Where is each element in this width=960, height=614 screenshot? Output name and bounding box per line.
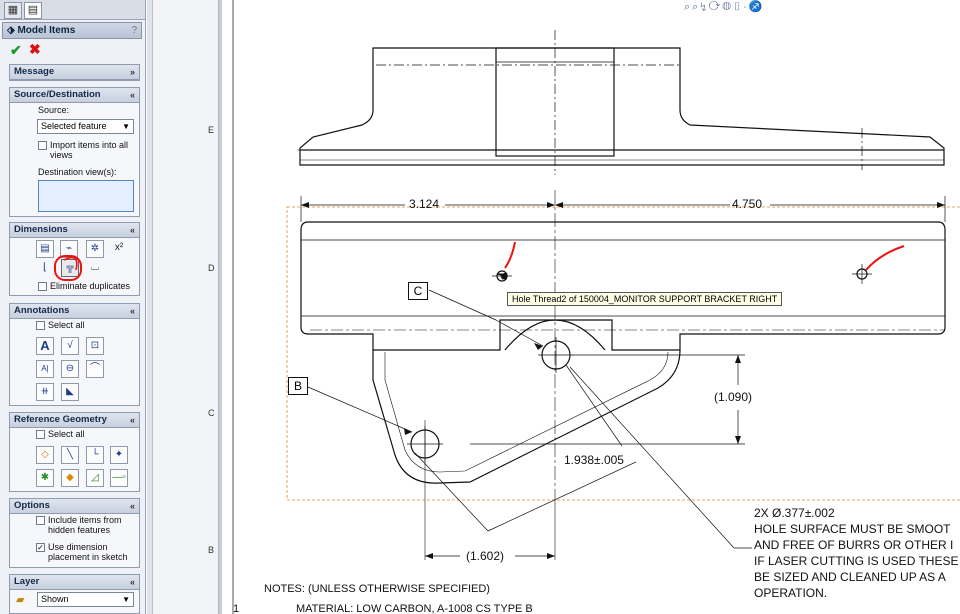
dimension-text[interactable]: 4.750 [732,197,762,211]
section-view-icon[interactable]: ▯ [733,1,743,13]
datum-label-b[interactable]: B [288,377,308,395]
notes-item-number: 1 [233,603,240,614]
note-line: OPERATION. [754,586,828,600]
top-view [297,30,945,175]
hand-cursor-icon: ☚ [496,268,509,284]
zone-label: C [208,408,215,418]
hole-note[interactable]: 2X Ø.377±.002 HOLE SURFACE MUST BE SMOOT… [754,505,958,601]
datum-label-c[interactable]: C [408,282,428,300]
dimension-text[interactable]: 1.938±.005 [564,453,624,467]
dimension-lines [300,196,946,557]
note-line: HOLE SURFACE MUST BE SMOOT [754,522,951,536]
note-line: IF LASER CUTTING IS USED THESE [754,554,959,568]
dimension-text[interactable]: (1.090) [714,390,752,404]
red-annotations [54,241,905,281]
rotate-icon[interactable]: ⟳ [709,1,723,13]
view-toolbar[interactable]: ⌕⌕↯⟳◍▯∙♐ [684,0,764,14]
display-style-icon[interactable]: ◍ [722,1,733,13]
note-line: 2X Ø.377±.002 [754,506,835,520]
zone-label: B [208,545,215,555]
zone-label: E [208,125,215,135]
zone-label: D [208,263,215,273]
note-line: BE SIZED AND CLEANED UP AS A [754,570,946,584]
previous-view-icon[interactable]: ↯ [700,1,708,13]
notes-item-text: MATERIAL: LOW CARBON, A-1008 CS TYPE B [296,603,533,614]
notes-title: NOTES: (UNLESS OTHERWISE SPECIFIED) [264,583,490,595]
dimension-text[interactable]: (1.602) [466,549,504,563]
note-line: AND FREE OF BURRS OR OTHER I [754,538,954,552]
zoom-to-fit-icon[interactable]: ⌕ [684,1,692,13]
hover-tooltip: Hole Thread2 of 150004_MONITOR SUPPORT B… [507,292,783,306]
appearance-icon[interactable]: ♐ [748,1,764,13]
dimension-text[interactable]: 3.124 [409,197,439,211]
